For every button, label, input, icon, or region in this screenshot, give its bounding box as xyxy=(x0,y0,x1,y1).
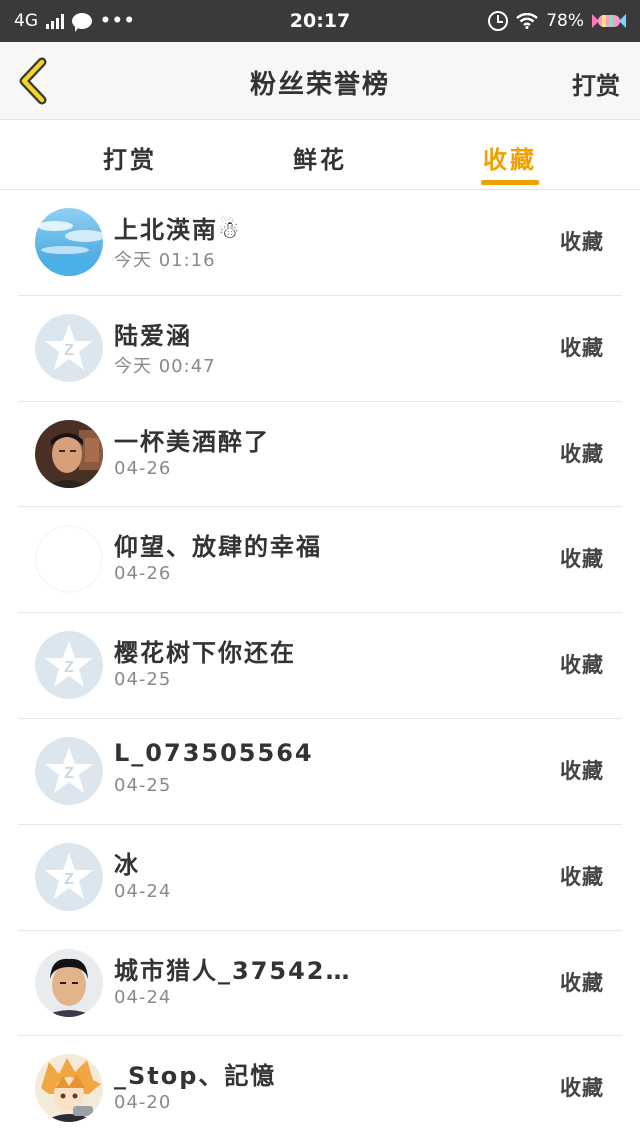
default-qq-star-icon: Z xyxy=(35,313,103,382)
list-item[interactable]: Z 陆爱涵 今天 00:47 收藏 xyxy=(0,296,640,402)
svg-text:Z: Z xyxy=(64,765,74,782)
tab-reward[interactable]: 打赏 xyxy=(70,140,190,175)
default-qq-star-icon: Z xyxy=(35,736,103,805)
favorite-label: 收藏 xyxy=(560,230,604,254)
default-qq-star-icon: Z xyxy=(35,631,103,700)
fan-name: 一杯美酒醉了 xyxy=(114,427,270,456)
fan-time: 04-25 xyxy=(114,774,172,796)
favorite-label: 收藏 xyxy=(560,970,604,995)
fan-name: 仰望、放肆的幸福 xyxy=(114,533,322,562)
svg-text:Z: Z xyxy=(64,871,74,888)
fan-name: 上北渶南☃ xyxy=(114,216,242,244)
avatar xyxy=(35,208,103,276)
avatar: Z xyxy=(35,313,103,382)
fan-name: 城市猎人_37542… xyxy=(114,956,352,985)
status-left: 4G ••• xyxy=(14,11,136,32)
favorite-label: 收藏 xyxy=(560,547,604,572)
favorite-label: 收藏 xyxy=(560,335,604,360)
status-bar: 4G ••• 20:17 78% xyxy=(0,0,640,42)
battery-candy-icon xyxy=(592,14,626,28)
page-title: 粉丝荣誉榜 xyxy=(249,70,390,100)
list-item[interactable]: 一杯美酒醉了 04-26 收藏 xyxy=(0,402,640,508)
svg-text:Z: Z xyxy=(64,659,74,676)
list-item[interactable]: Z 冰 04-24 收藏 xyxy=(0,825,640,931)
avatar: Z xyxy=(35,736,103,805)
favorite-label: 收藏 xyxy=(560,758,604,783)
nav-bar: 粉丝荣誉榜 打赏 xyxy=(0,42,640,120)
status-right: 78% xyxy=(488,11,626,31)
list-item[interactable]: 仰望、放肆的幸福 04-26 收藏 xyxy=(0,507,640,613)
fan-time: 04-20 xyxy=(114,1092,172,1114)
list-item[interactable]: 城市猎人_37542… 04-24 收藏 xyxy=(0,931,640,1037)
more-notifications-icon: ••• xyxy=(100,11,136,31)
favorite-label: 收藏 xyxy=(560,653,604,678)
avatar xyxy=(35,1054,103,1123)
list-item[interactable]: 上北渶南☃ 今天 01:16 收藏 xyxy=(0,190,640,296)
list-item[interactable]: Z 樱花树下你还在 04-25 收藏 xyxy=(0,613,640,719)
signal-icon xyxy=(46,13,64,29)
network-type: 4G xyxy=(14,11,38,31)
favorite-label: 收藏 xyxy=(560,864,604,889)
fan-time: 04-25 xyxy=(114,669,172,691)
message-icon xyxy=(72,13,92,32)
fan-name: 冰 xyxy=(114,850,140,879)
fan-time: 今天 00:47 xyxy=(114,355,216,377)
fan-time: 04-26 xyxy=(114,563,172,585)
favorite-label: 收藏 xyxy=(560,441,604,466)
battery-level: 78% xyxy=(546,11,584,31)
fan-name: 陆爱涵 xyxy=(114,321,192,350)
svg-text:Z: Z xyxy=(64,342,74,359)
avatar xyxy=(35,525,103,593)
fan-time: 今天 01:16 xyxy=(114,250,216,271)
favorite-label: 收藏 xyxy=(560,1076,604,1101)
list-item[interactable]: Z L_073505564 04-25 收藏 xyxy=(0,719,640,825)
default-qq-star-icon: Z xyxy=(35,842,103,911)
fan-time: 04-24 xyxy=(114,986,172,1008)
list-item[interactable]: _Stop、記憶 04-20 收藏 xyxy=(0,1036,640,1138)
alarm-icon xyxy=(488,11,509,31)
reward-button[interactable]: 打赏 xyxy=(572,66,620,101)
tab-bar: 打赏 鲜花 收藏 xyxy=(0,120,640,190)
fan-name: L_073505564 xyxy=(114,738,314,767)
fan-name: _Stop、記憶 xyxy=(114,1062,277,1091)
tab-flowers[interactable]: 鲜花 xyxy=(260,140,380,175)
avatar: Z xyxy=(35,842,103,911)
fan-name: 樱花树下你还在 xyxy=(114,639,296,668)
avatar: Z xyxy=(35,631,103,700)
avatar xyxy=(35,419,103,488)
active-tab-indicator xyxy=(481,180,539,185)
fan-time: 04-24 xyxy=(114,880,172,902)
fan-time: 04-26 xyxy=(114,457,172,479)
tab-favorites[interactable]: 收藏 xyxy=(450,140,570,175)
fan-list: 上北渶南☃ 今天 01:16 收藏 Z 陆爱涵 今天 00:47 收藏 一杯美酒… xyxy=(0,190,640,1138)
wifi-icon xyxy=(516,13,538,29)
avatar xyxy=(35,948,103,1017)
